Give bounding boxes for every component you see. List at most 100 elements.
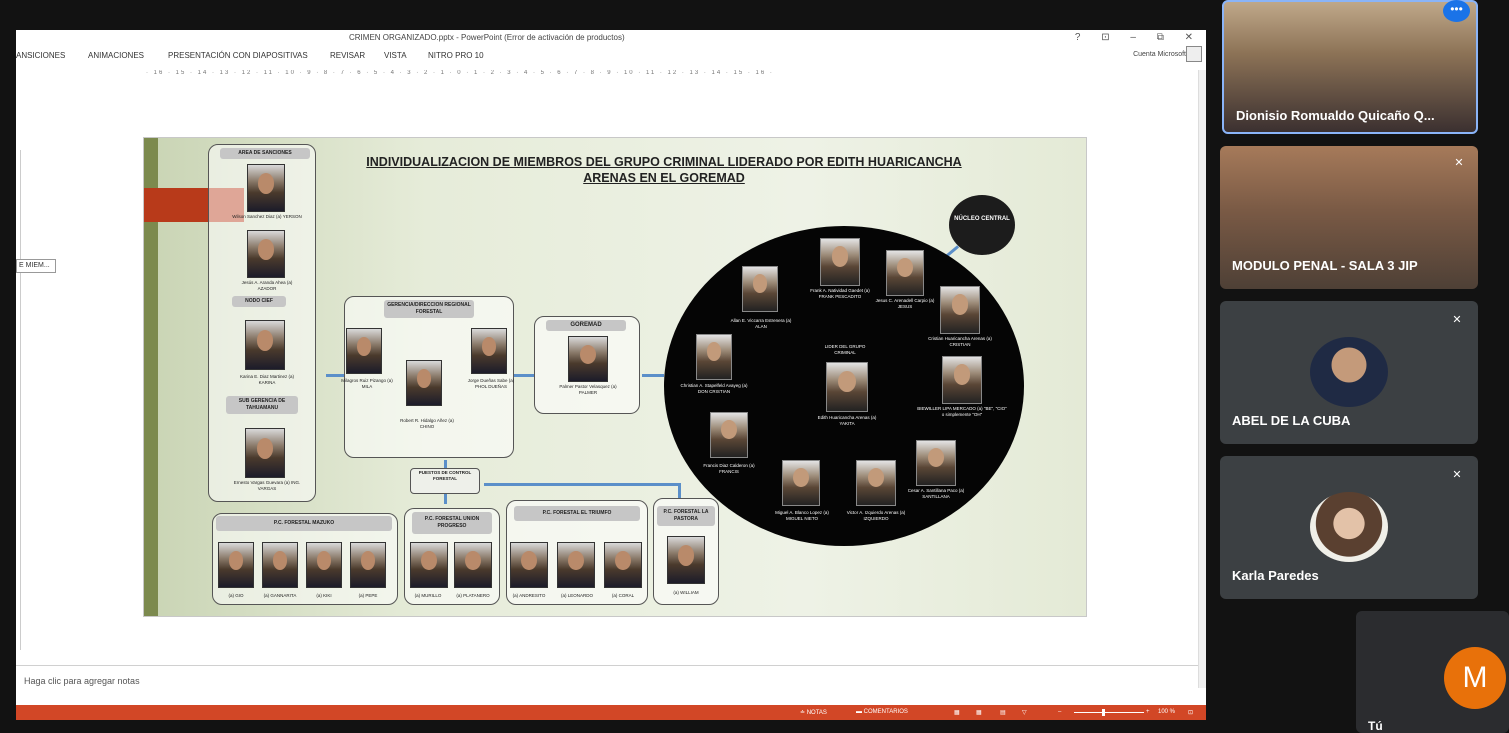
tab-presentacion[interactable]: PRESENTACIÓN CON DIAPOSITIVAS: [168, 51, 308, 60]
person-label: Allan E. Viccarra Estrenera (a) ALAN: [730, 318, 792, 329]
status-bar: ≐ NOTAS ▬ COMENTARIOS ▦ ▦ ▤ ▽ – + 100 % …: [16, 705, 1206, 720]
horizontal-ruler: · 16 · 15 · 14 · 13 · 12 · 11 · 10 · 9 ·…: [146, 70, 774, 76]
person-label: Wilson Sanchez Diaz (a) YERSON: [232, 214, 302, 219]
arrow-connector: [484, 483, 680, 486]
window-title-bar: CRIMEN ORGANIZADO.pptx - PowerPoint (Err…: [16, 30, 1206, 46]
person-label: Francis Diaz Calderon (a) FRANCIS: [703, 463, 755, 474]
more-options-icon[interactable]: •••: [1443, 0, 1470, 22]
mic-off-icon: ✕: [1454, 157, 1464, 169]
person-photo: [410, 542, 448, 588]
pc-triunfo-header: P.C. FORESTAL EL TRIUMFO: [514, 506, 640, 521]
person-photo: [942, 356, 982, 404]
person-label: Palmer Pastor Velasquez (a) PALMER: [559, 384, 617, 395]
person-photo: [820, 238, 860, 286]
participant-name: Tú: [1368, 719, 1383, 733]
person-photo: [262, 542, 298, 588]
person-label: Miguel A. Blanco Lopez (a) MIGUEL NIETO: [775, 510, 829, 521]
person-label: Milagros Ruiz Pizango (a) MILA: [341, 378, 393, 389]
person-photo: [247, 230, 285, 278]
normal-view-icon[interactable]: ▦: [954, 709, 960, 716]
person-label: Frank A. Natividad Gaedet (a) FRANK PESC…: [810, 288, 870, 299]
notes-pane[interactable]: Haga clic para agregar notas: [16, 665, 1198, 705]
person-label: (a) MURILLO: [414, 593, 442, 598]
person-photo: [245, 428, 285, 478]
person-photo: [782, 460, 820, 506]
person-photo: [856, 460, 896, 506]
person-photo: [406, 360, 442, 406]
screen: CRIMEN ORGANIZADO.pptx - PowerPoint (Err…: [0, 0, 1509, 733]
comments-button[interactable]: ▬ COMENTARIOS: [856, 709, 908, 715]
person-photo: [471, 328, 507, 374]
person-photo: [916, 440, 956, 486]
lider-label: LIDER DEL GRUPO CRIMINAL: [824, 344, 866, 355]
person-label: (a) PLATANERO: [456, 593, 490, 598]
person-label: BIEWILLER LIPA MERCADO (a) "BE", "CIO" o…: [917, 406, 1007, 417]
zoom-slider-thumb[interactable]: [1102, 709, 1105, 716]
person-photo: [886, 250, 924, 296]
tab-transiciones[interactable]: ANSICIONES: [16, 51, 65, 60]
person-photo: [247, 164, 285, 212]
person-photo: [245, 320, 285, 370]
tab-animaciones[interactable]: ANIMACIONES: [88, 51, 144, 60]
pc-mazuko-header: P.C. FORESTAL MAZUKO: [216, 516, 392, 531]
participant-tile[interactable]: ✕ MODULO PENAL - SALA 3 JIP: [1220, 146, 1478, 289]
slide-canvas[interactable]: INDIVIDUALIZACION DE MIEMBROS DEL GRUPO …: [143, 137, 1087, 617]
person-label: (a) GIO: [228, 593, 244, 598]
nodo-cief-header: NODO CIEF: [232, 296, 286, 307]
gerencia-header: GERENCIA/DIRECCION REGIONAL FORESTAL: [384, 300, 474, 318]
person-photo: [604, 542, 642, 588]
arrow-connector: [678, 483, 681, 499]
zoom-slider[interactable]: [1074, 712, 1144, 713]
tab-vista[interactable]: VISTA: [384, 51, 407, 60]
participant-tile[interactable]: ✕ ABEL DE LA CUBA: [1220, 301, 1478, 444]
person-label: Cristian Huaricancha Arenas (a) CRISTIAN: [928, 336, 992, 347]
account-avatar-icon[interactable]: [1186, 46, 1202, 62]
fit-slide-icon[interactable]: ⊡: [1188, 709, 1193, 716]
person-photo: [568, 336, 608, 382]
account-menu[interactable]: Cuenta Microsoft: [1133, 51, 1186, 58]
window-controls[interactable]: ? ⊡ – ⧉ ✕: [1075, 32, 1202, 43]
zoom-level[interactable]: 100 %: [1158, 709, 1175, 715]
person-label: (a) GANNARITA: [263, 593, 297, 598]
mic-off-icon: ✕: [1452, 314, 1462, 326]
zoom-out-icon[interactable]: –: [1058, 709, 1061, 715]
nucleo-central-badge: NÚCLEO CENTRAL: [949, 195, 1015, 255]
slide-thumbnail-label[interactable]: E MIEM...: [16, 259, 56, 273]
person-label: (a) WILLIAM: [673, 590, 699, 595]
person-photo: [510, 542, 548, 588]
goremad-header: GOREMAD: [546, 320, 626, 331]
person-photo: [940, 286, 980, 334]
slideshow-icon[interactable]: ▽: [1022, 709, 1027, 716]
vertical-scrollbar[interactable]: [1198, 70, 1206, 688]
person-photo: [710, 412, 748, 458]
person-label: Jesús A. Aranda Ahea (a) AZADOR: [241, 280, 293, 291]
person-label: Jesus C. Arenadell Carpio (a) JESUS: [875, 298, 935, 309]
participant-name: Karla Paredes: [1232, 568, 1319, 583]
person-label: Edith Huaricancha Arenas (a) YAKITA: [817, 415, 877, 426]
participant-tile[interactable]: ✕ Karla Paredes: [1220, 456, 1478, 599]
tab-nitro[interactable]: NITRO PRO 10: [428, 51, 484, 60]
person-label: Victor A. Izquierdo Arenas (a) IZQUIERDO: [846, 510, 906, 521]
reading-view-icon[interactable]: ▤: [1000, 709, 1006, 716]
person-photo: [557, 542, 595, 588]
person-label: Christian A. Stapelfeld Avayeg (a) DON C…: [680, 383, 748, 394]
person-label: Cesar A. Santillana Paco (a) SANTILLANA: [907, 488, 965, 499]
person-label: Robert R. Hidalgo Añez (a) CHINO: [400, 418, 454, 429]
tab-revisar[interactable]: REVISAR: [330, 51, 365, 60]
person-photo: [667, 536, 705, 584]
notes-button[interactable]: ≐ NOTAS: [800, 709, 827, 716]
powerpoint-window: CRIMEN ORGANIZADO.pptx - PowerPoint (Err…: [16, 30, 1206, 720]
person-photo: [306, 542, 342, 588]
slide-sorter-icon[interactable]: ▦: [976, 709, 982, 716]
zoom-in-icon[interactable]: +: [1146, 709, 1150, 715]
participant-name: Dionisio Romualdo Quicaño Q...: [1236, 108, 1435, 123]
person-label: (a) ANDRESITO: [512, 593, 546, 598]
vertical-ruler: [20, 150, 28, 650]
area-sanciones-header: AREA DE SANCIONES: [220, 148, 310, 159]
person-label: (a) CORAL: [611, 593, 635, 598]
participant-avatar: [1310, 492, 1388, 562]
person-label: Jorge Dueñas Sabe (a) PHOL DUEÑAS: [467, 378, 515, 389]
participant-tile[interactable]: Dionisio Romualdo Quicaño Q...: [1222, 0, 1478, 134]
arrow-connector: [642, 374, 664, 377]
participant-name: ABEL DE LA CUBA: [1232, 413, 1351, 428]
